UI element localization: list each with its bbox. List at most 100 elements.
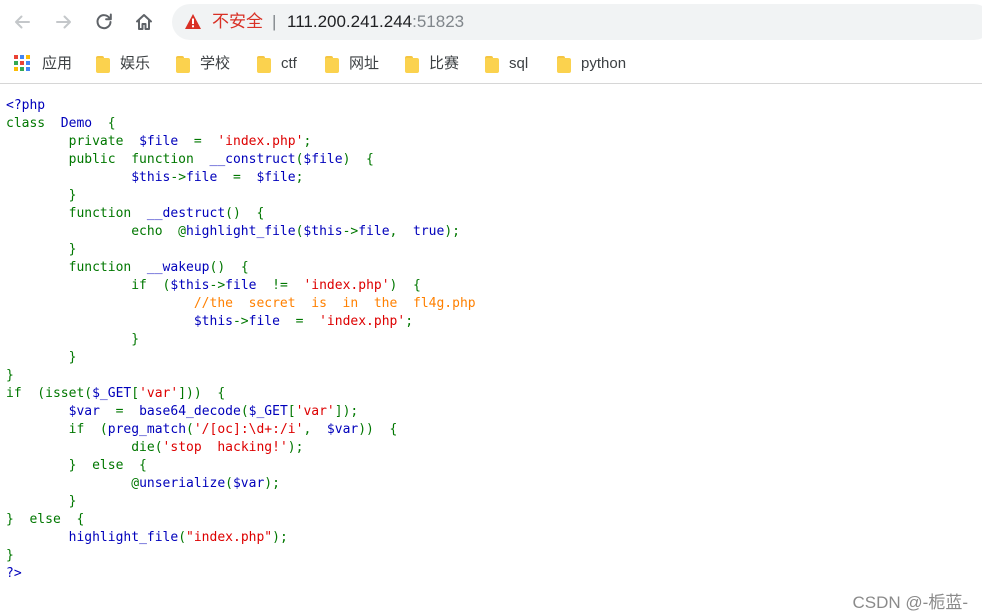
back-button[interactable]: [8, 8, 36, 36]
warning-triangle-icon: [185, 14, 201, 29]
forward-button[interactable]: [50, 8, 78, 36]
url-text[interactable]: 111.200.241.244:51823: [287, 12, 464, 32]
code-token: }: [6, 188, 77, 203]
code-token: file: [248, 314, 296, 329]
code-token: }: [6, 332, 140, 347]
browser-toolbar: 不安全 | 111.200.241.244:51823: [0, 0, 982, 44]
folder-icon: [325, 55, 339, 73]
code-line: //the secret is in the fl4g.php: [6, 295, 966, 313]
reload-button[interactable]: [90, 8, 118, 36]
code-token: }: [6, 242, 77, 257]
code-line: }: [6, 547, 966, 565]
code-token: unserialize: [139, 476, 226, 491]
code-line: public function __construct($file) {: [6, 151, 966, 169]
bookmark-folder-websites[interactable]: 网址: [325, 53, 379, 75]
code-token: ;: [405, 314, 414, 329]
code-token: (: [186, 422, 194, 437]
code-line: function __wakeup() {: [6, 259, 966, 277]
code-token: highlight_file: [186, 224, 296, 239]
code-token: );: [264, 476, 280, 491]
code-token: function: [6, 260, 147, 275]
url-host: 111.200.241.244: [287, 12, 413, 31]
code-token: ,: [389, 224, 414, 239]
home-button[interactable]: [130, 8, 158, 36]
folder-icon: [405, 55, 419, 73]
code-token: file: [358, 224, 390, 239]
code-token: ?>: [6, 566, 22, 581]
code-token: highlight_file: [68, 530, 179, 545]
code-line: } else {: [6, 511, 966, 529]
code-line: ?>: [6, 565, 966, 583]
code-token: if (: [6, 278, 171, 293]
code-token: {: [107, 116, 116, 131]
reload-icon: [96, 13, 112, 30]
code-token: );: [444, 224, 460, 239]
code-token: if (: [6, 422, 108, 437]
code-line: class Demo {: [6, 115, 966, 133]
code-token: preg_match: [107, 422, 187, 437]
code-token: () {: [209, 260, 249, 275]
forward-arrow-icon: [56, 15, 71, 29]
bookmark-folder-sql[interactable]: sql: [485, 53, 528, 75]
folder-icon: [176, 55, 190, 73]
home-icon: [136, 14, 152, 30]
code-token: $file: [303, 152, 343, 167]
folder-icon: [257, 55, 271, 73]
code-line: @unserialize($var);: [6, 475, 966, 493]
bookmark-apps[interactable]: 应用: [14, 53, 72, 75]
code-token: }: [6, 494, 77, 509]
bookmark-folder-ctf[interactable]: ctf: [257, 53, 297, 75]
code-token: =: [115, 404, 140, 419]
not-secure-label[interactable]: 不安全: [212, 12, 263, 32]
code-token: class: [6, 116, 61, 131]
code-token: } else {: [6, 512, 85, 527]
code-token: }: [6, 350, 77, 365]
apps-grid-icon: [14, 55, 32, 73]
code-token: $var: [326, 422, 359, 437]
bookmark-label: 娱乐: [120, 55, 151, 72]
code-token: );: [287, 440, 304, 455]
code-token: function: [6, 206, 147, 221]
bookmark-folder-python[interactable]: python: [557, 53, 626, 75]
code-token: 'index.php': [319, 314, 406, 329]
code-line: die('stop hacking!');: [6, 439, 966, 457]
code-token: if (isset(: [6, 386, 93, 401]
code-token: =: [295, 314, 320, 329]
code-line: $this->file = $file;: [6, 169, 966, 187]
code-line: }: [6, 187, 966, 205]
bookmark-folder-school[interactable]: 学校: [176, 53, 230, 75]
code-token: Demo: [60, 116, 108, 131]
code-token: <?php: [6, 98, 46, 113]
watermark: CSDN @-栀蓝-: [852, 593, 968, 612]
code-token: //the secret is in the fl4g.php: [193, 296, 476, 311]
code-line: }: [6, 331, 966, 349]
bookmark-folder-entertainment[interactable]: 娱乐: [96, 53, 150, 75]
code-token: $this: [303, 224, 343, 239]
code-token: 'var': [139, 386, 179, 401]
code-token: public function: [6, 152, 210, 167]
code-line: <?php: [6, 97, 966, 115]
code-token: echo @: [6, 224, 187, 239]
code-token: (: [240, 404, 249, 419]
code-token: base64_decode: [139, 404, 241, 419]
code-token: __wakeup: [146, 260, 210, 275]
code-line: }: [6, 367, 966, 385]
code-token: $this: [193, 314, 233, 329]
code-line: if (preg_match('/[oc]:\d+:/i', $var)) {: [6, 421, 966, 439]
code-line: highlight_file("index.php");: [6, 529, 966, 547]
code-token: 'var': [295, 404, 335, 419]
code-line: } else {: [6, 457, 966, 475]
bookmark-folder-competition[interactable]: 比赛: [405, 53, 459, 75]
code-token: 'index.php': [303, 278, 390, 293]
bookmarks-bar: 应用 娱乐 学校 ctf 网址 比赛 sql python: [0, 44, 982, 84]
address-bar[interactable]: 不安全 | 111.200.241.244:51823: [172, 4, 982, 40]
folder-icon: [485, 55, 499, 73]
bookmark-label: 网址: [349, 55, 380, 72]
back-arrow-icon: [15, 15, 30, 29]
code-token: ->: [170, 170, 187, 185]
code-line: if ($this->file != 'index.php') {: [6, 277, 966, 295]
code-token: [: [131, 386, 140, 401]
